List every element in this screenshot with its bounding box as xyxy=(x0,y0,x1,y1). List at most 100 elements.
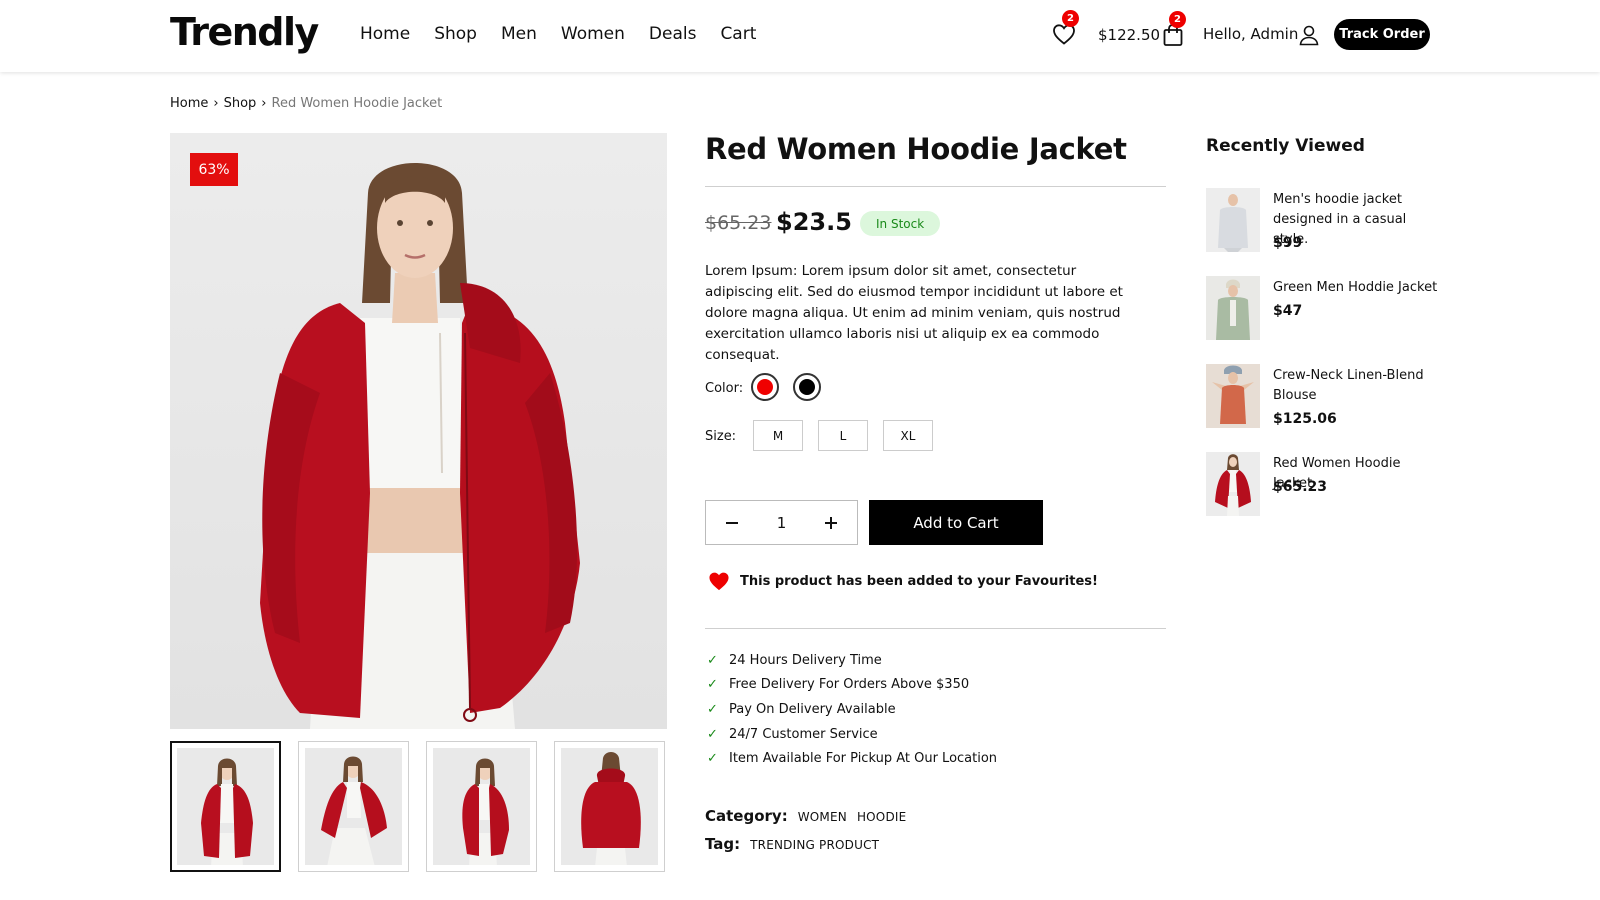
feature-text: Pay On Delivery Available xyxy=(729,701,896,717)
feature-text: 24/7 Customer Service xyxy=(729,726,878,742)
increase-quantity-button[interactable] xyxy=(819,511,843,535)
recently-viewed-price: $99 xyxy=(1273,235,1303,251)
minus-icon xyxy=(726,521,738,524)
recently-viewed-thumbnail[interactable] xyxy=(1206,364,1260,428)
recently-viewed-item[interactable]: Men's hoodie jacket designed in a casual… xyxy=(1206,188,1436,258)
thumbnail-photo xyxy=(321,756,387,865)
quantity-value[interactable]: 1 xyxy=(777,514,787,532)
size-label: Size: xyxy=(705,429,737,444)
quantity-stepper: 1 xyxy=(705,500,858,545)
recently-viewed-name[interactable]: Crew-Neck Linen-Blend Blouse xyxy=(1273,366,1438,406)
site-logo[interactable]: Trendly xyxy=(170,10,319,54)
thumbnail-back[interactable] xyxy=(554,741,665,872)
breadcrumb-separator: › xyxy=(213,96,219,111)
color-swatch-black[interactable] xyxy=(793,373,821,401)
check-icon: ✓ xyxy=(707,652,718,668)
thumbnail-side[interactable] xyxy=(426,741,537,872)
favourite-notice-text: This product has been added to your Favo… xyxy=(740,573,1098,589)
feature-item: ✓ 24 Hours Delivery Time xyxy=(707,648,997,673)
product-tags: Tag: TRENDING PRODUCT xyxy=(705,835,879,853)
favourite-notice: This product has been added to your Favo… xyxy=(708,571,1098,591)
feature-item: ✓ Pay On Delivery Available xyxy=(707,697,997,722)
category-link-women[interactable]: WOMEN xyxy=(798,810,847,824)
tag-link-trending[interactable]: TRENDING PRODUCT xyxy=(750,838,879,852)
recently-viewed-price: $47 xyxy=(1273,303,1303,319)
category-label: Category: xyxy=(705,807,788,825)
user-icon xyxy=(1299,25,1319,46)
product-photo xyxy=(1206,188,1260,252)
recently-viewed-thumbnail[interactable] xyxy=(1206,452,1260,516)
cart-count-badge: 2 xyxy=(1169,11,1186,28)
thumbnail-front[interactable] xyxy=(170,741,281,872)
product-photo xyxy=(1206,276,1260,340)
account-button[interactable] xyxy=(1297,22,1321,48)
recently-viewed-thumbnail[interactable] xyxy=(1206,276,1260,340)
feature-item: ✓ Item Available For Pickup At Our Locati… xyxy=(707,746,997,771)
recently-viewed-item[interactable]: Green Men Hoddie Jacket $47 xyxy=(1206,276,1438,346)
model-photo xyxy=(260,163,580,729)
nav-shop[interactable]: Shop xyxy=(434,24,477,44)
original-price: $65.23 xyxy=(705,212,772,234)
thumbnail-photo xyxy=(581,752,641,865)
recently-viewed-name[interactable]: Green Men Hoddie Jacket xyxy=(1273,278,1438,298)
track-order-button[interactable]: Track Order xyxy=(1334,19,1430,50)
discount-badge: 63% xyxy=(190,153,238,186)
tag-label: Tag: xyxy=(705,835,741,853)
main-nav: Home Shop Men Women Deals Cart xyxy=(360,24,756,44)
wishlist-button[interactable]: 2 xyxy=(1050,10,1079,48)
product-title: Red Women Hoodie Jacket xyxy=(705,132,1127,166)
thumbnail-pose[interactable] xyxy=(298,741,409,872)
title-divider xyxy=(705,186,1166,187)
plus-icon xyxy=(824,516,837,529)
color-label: Color: xyxy=(705,381,744,396)
breadcrumb-separator: › xyxy=(261,96,267,111)
size-option-m[interactable]: M xyxy=(753,420,803,451)
sale-price: $23.5 xyxy=(776,208,852,236)
check-icon: ✓ xyxy=(707,677,718,693)
product-description: Lorem Ipsum: Lorem ipsum dolor sit amet,… xyxy=(705,263,1123,363)
nav-men[interactable]: Men xyxy=(501,24,537,44)
color-dot xyxy=(757,379,773,395)
product-thumbnails xyxy=(170,741,665,872)
recently-viewed-item[interactable]: Crew-Neck Linen-Blend Blouse $125.06 xyxy=(1206,364,1436,434)
wishlist-count-badge: 2 xyxy=(1062,10,1079,27)
feature-item: ✓ Free Delivery For Orders Above $350 xyxy=(707,673,997,698)
nav-home[interactable]: Home xyxy=(360,24,410,44)
breadcrumb-current: Red Women Hoodie Jacket xyxy=(271,96,443,111)
color-swatch-red[interactable] xyxy=(751,373,779,401)
product-photo xyxy=(1206,364,1260,428)
stock-status-badge: In Stock xyxy=(860,211,941,236)
breadcrumb-shop[interactable]: Shop xyxy=(224,96,257,111)
recently-viewed-thumbnail[interactable] xyxy=(1206,188,1260,252)
add-to-cart-button[interactable]: Add to Cart xyxy=(869,500,1043,545)
recently-viewed-title: Recently Viewed xyxy=(1206,136,1365,156)
size-option-l[interactable]: L xyxy=(818,420,868,451)
check-icon: ✓ xyxy=(707,751,718,767)
check-icon: ✓ xyxy=(707,701,718,717)
recently-viewed-price: $65.23 xyxy=(1273,479,1328,495)
feature-text: Free Delivery For Orders Above $350 xyxy=(729,677,970,693)
delivery-features-list: ✓ 24 Hours Delivery Time ✓ Free Delivery F… xyxy=(707,648,997,771)
nav-deals[interactable]: Deals xyxy=(649,24,697,44)
user-greeting: Hello, Admin xyxy=(1203,25,1299,43)
size-option-xl[interactable]: XL xyxy=(883,420,933,451)
color-dot xyxy=(799,379,815,395)
thumbnail-photo xyxy=(462,758,509,865)
category-link-hoodie[interactable]: HOODIE xyxy=(857,810,906,824)
cart-button[interactable]: 2 xyxy=(1160,11,1186,49)
breadcrumb: Home › Shop › Red Women Hoodie Jacket xyxy=(170,96,442,111)
nav-women[interactable]: Women xyxy=(561,24,625,44)
thumbnail-photo xyxy=(201,758,253,865)
site-header: Trendly Home Shop Men Women Deals Cart 2… xyxy=(0,0,1600,72)
cart-total: $122.50 xyxy=(1098,26,1161,44)
product-photo xyxy=(1206,452,1260,516)
recently-viewed-item[interactable]: Red Women Hoodie Jacket $65.23 xyxy=(1206,452,1436,522)
product-main-image[interactable]: 63% xyxy=(170,133,667,729)
product-category: Category: WOMEN HOODIE xyxy=(705,807,906,825)
nav-cart[interactable]: Cart xyxy=(720,24,756,44)
breadcrumb-home[interactable]: Home xyxy=(170,96,208,111)
features-divider xyxy=(705,628,1166,629)
decrease-quantity-button[interactable] xyxy=(720,511,744,535)
check-icon: ✓ xyxy=(707,726,718,742)
recently-viewed-price: $125.06 xyxy=(1273,411,1337,427)
